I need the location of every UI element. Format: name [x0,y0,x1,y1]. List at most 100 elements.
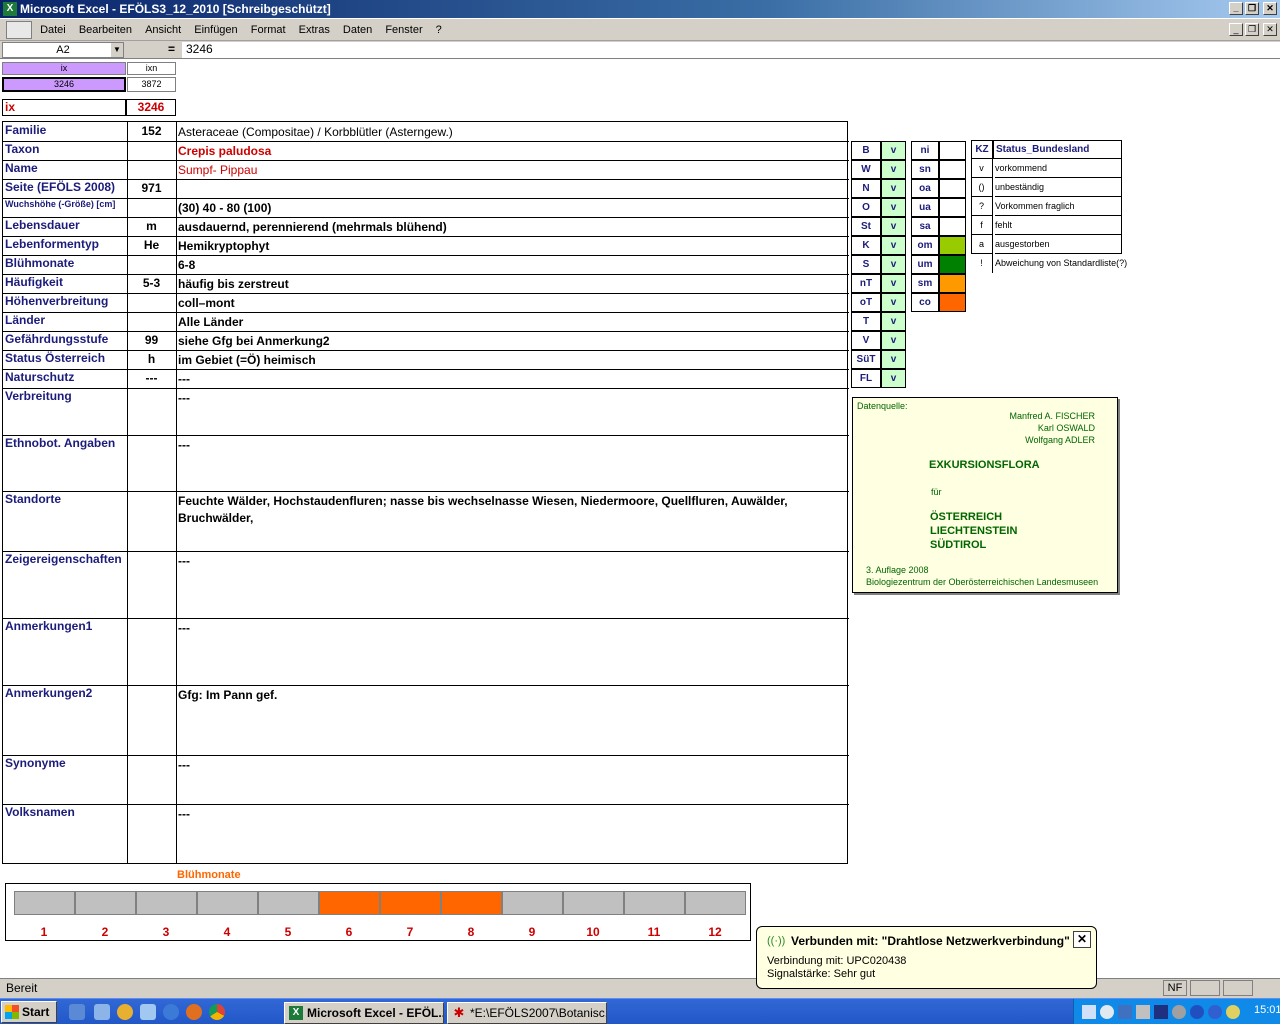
field-value[interactable]: im Gebiet (=Ö) heimisch [178,352,838,369]
author-1: Manfred A. FISCHER [1009,411,1095,421]
formula-bar: A2 ▼ = 3246 [0,41,1280,59]
zone-swatch [939,293,966,312]
task-excel[interactable]: X Microsoft Excel - EFÖL... [284,1002,444,1024]
field-value[interactable]: Feuchte Wälder, Hochstaudenfluren; nasse… [178,493,838,527]
field-code[interactable]: 152 [127,124,176,138]
excel-icon: X [289,1006,303,1020]
field-value[interactable]: ausdauernd, perennierend (mehrmals blühe… [178,219,838,236]
tray-icon[interactable] [1226,1005,1240,1019]
doc-minimize-button[interactable]: _ [1229,23,1243,36]
state-value[interactable]: v [881,160,906,179]
search-icon[interactable] [1100,1005,1114,1019]
chrome-icon[interactable] [209,1004,225,1020]
table-row: Anmerkungen1 --- [3,618,849,685]
field-value[interactable]: 6-8 [178,257,838,274]
state-value[interactable]: v [881,274,906,293]
table-row: Status Österreich h im Gebiet (=Ö) heimisc… [3,350,849,369]
field-code[interactable]: m [127,219,176,233]
field-code[interactable]: 971 [127,181,176,195]
table-row: Seite (EFÖLS 2008) 971 [3,179,849,198]
state-value[interactable]: v [881,350,906,369]
state-value[interactable]: v [881,179,906,198]
doc-close-button[interactable]: ✕ [1263,23,1277,36]
quicklaunch-icon[interactable] [140,1004,156,1020]
field-code[interactable]: h [127,352,176,366]
state-value[interactable]: v [881,369,906,388]
field-value[interactable]: siehe Gfg bei Anmerkung2 [178,333,838,350]
task-editor[interactable]: ✱ *E:\EFÖLS2007\Botanisc... [447,1002,607,1024]
menu-format[interactable]: Format [246,19,291,41]
start-button[interactable]: Start [1,1001,57,1023]
quicklaunch-icon[interactable] [69,1004,85,1020]
shield-icon[interactable] [1154,1005,1168,1019]
state-code: W [851,160,881,179]
bloom-month-bar [441,891,502,915]
start-label: Start [22,1005,50,1019]
field-value[interactable]: Asteraceae (Compositae) / Korbblütler (A… [178,124,838,141]
zone-code: sn [911,160,939,179]
ixn-cell[interactable]: 3872 [127,77,176,92]
field-value[interactable]: Alle Länder [178,314,838,331]
ix-cell[interactable]: 3246 [2,77,126,92]
state-value[interactable]: v [881,236,906,255]
field-value[interactable]: Gfg: Im Pann gef. [178,687,838,704]
restore-button[interactable]: ❐ [1245,2,1259,15]
field-value[interactable]: coll–mont [178,295,838,312]
doc-restore-button[interactable]: ❐ [1245,23,1259,36]
balloon-line-1: Verbindung mit: UPC020438 [767,955,907,967]
formula-input[interactable]: 3246 [182,42,1280,58]
state-value[interactable]: v [881,312,906,331]
tray-icon[interactable] [1118,1005,1132,1019]
quicklaunch-icon[interactable] [94,1004,110,1020]
close-button[interactable]: ✕ [1263,2,1277,15]
state-value[interactable]: v [881,255,906,274]
field-code[interactable]: He [127,238,176,252]
formula-equals: = [168,42,176,56]
internet-explorer-icon[interactable] [163,1004,179,1020]
field-value[interactable]: --- [178,620,838,637]
name-box[interactable]: A2 ▼ [2,42,124,58]
field-value[interactable]: --- [178,437,838,454]
state-value[interactable]: v [881,217,906,236]
bloom-month-label: 12 [708,925,722,939]
field-value[interactable]: Hemikryptophyt [178,238,838,255]
state-value[interactable]: v [881,141,906,160]
field-value[interactable]: --- [178,553,838,570]
menu-fenster[interactable]: Fenster [380,19,427,41]
field-value[interactable]: Sumpf- Pippau [178,162,838,179]
tray-icon[interactable] [1172,1005,1186,1019]
tray-icon[interactable] [1208,1005,1222,1019]
field-code[interactable]: 99 [127,333,176,347]
zone-code: om [911,236,939,255]
field-value[interactable]: Crepis paludosa [178,143,838,160]
chevron-down-icon[interactable]: ▼ [111,43,123,57]
field-value[interactable]: --- [178,371,838,388]
menu-bearbeiten[interactable]: Bearbeiten [74,19,137,41]
tray-icon[interactable] [1136,1005,1150,1019]
state-value[interactable]: v [881,331,906,350]
menu-datei[interactable]: Datei [35,19,71,41]
field-code[interactable]: 5-3 [127,276,176,290]
close-icon[interactable]: ✕ [1073,931,1091,948]
field-value[interactable]: häufig bis zerstreut [178,276,838,293]
media-player-icon[interactable] [117,1004,133,1020]
state-value[interactable]: v [881,293,906,312]
column-divider [176,122,177,863]
field-value[interactable]: (30) 40 - 80 (100) [178,200,838,217]
menu-ansicht[interactable]: Ansicht [140,19,186,41]
info-icon[interactable] [1190,1005,1204,1019]
field-code[interactable]: --- [127,371,176,385]
minimize-button[interactable]: _ [1229,2,1243,15]
network-icon[interactable] [1082,1005,1096,1019]
workbook-icon[interactable] [6,21,32,40]
field-value[interactable]: --- [178,806,838,823]
menu-einfuegen[interactable]: Einfügen [189,19,242,41]
field-value[interactable]: --- [178,757,838,774]
menu-daten[interactable]: Daten [338,19,377,41]
state-value[interactable]: v [881,198,906,217]
legend-text: fehlt [995,216,1122,235]
menu-help[interactable]: ? [431,19,447,41]
menu-extras[interactable]: Extras [294,19,335,41]
field-value[interactable]: --- [178,390,838,407]
firefox-icon[interactable] [186,1004,202,1020]
